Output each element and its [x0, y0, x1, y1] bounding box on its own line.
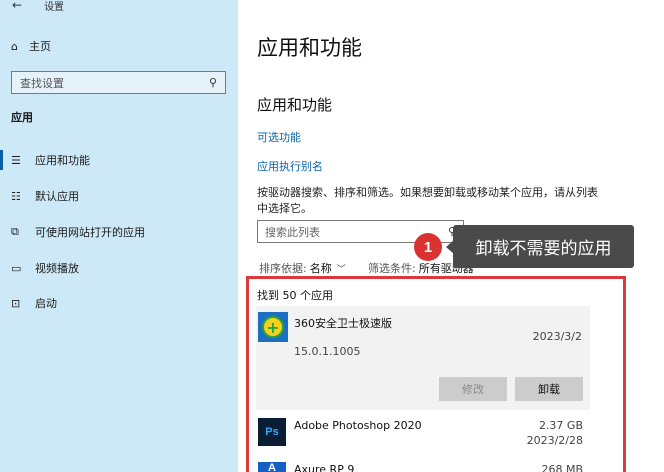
sidebar-section-title: 应用: [11, 111, 33, 124]
page-title: 应用和功能: [257, 36, 362, 60]
optional-features-link[interactable]: 可选功能: [257, 129, 301, 145]
default-apps-icon: ☷: [11, 189, 21, 203]
found-count: 找到 50 个应用: [257, 289, 333, 302]
app-date: 2023/3/2: [532, 330, 582, 343]
window-title: 设置: [44, 1, 65, 13]
home-icon: ⌂: [11, 39, 18, 53]
app-name: 360安全卫士极速版: [294, 317, 392, 330]
app-alias-link[interactable]: 应用执行别名: [257, 158, 323, 174]
modify-button[interactable]: 修改: [439, 377, 507, 401]
active-indicator: [0, 150, 3, 170]
sidebar-item-label: 默认应用: [35, 190, 79, 203]
360-security-app-icon: +: [258, 312, 288, 342]
app-list-item-expanded[interactable]: + 360安全卫士极速版 2023/3/2 15.0.1.1005 修改 卸载: [256, 306, 590, 410]
sidebar-item-web-apps[interactable]: ⧉ 可使用网站打开的应用: [0, 220, 238, 244]
description-text: 按驱动器搜索、排序和筛选。如果想要卸载或移动某个应用，请从列表中选择它。: [257, 186, 598, 215]
app-name: Axure RP 9: [294, 463, 355, 472]
app-version: 15.0.1.1005: [294, 345, 361, 358]
sidebar-item-label: 可使用网站打开的应用: [35, 226, 145, 239]
list-icon: ☰: [11, 153, 21, 167]
web-apps-icon: ⧉: [11, 225, 19, 238]
chevron-down-icon: ﹀: [336, 264, 346, 275]
app-size: 268 MB: [541, 463, 583, 472]
sort-dropdown[interactable]: 排序依据: 名称 ﹀: [259, 260, 346, 276]
step-number-badge: 1: [414, 233, 442, 261]
search-icon: ⚲: [208, 76, 217, 89]
app-size: 2.37 GB: [538, 419, 583, 432]
app-name: Adobe Photoshop 2020: [294, 419, 422, 432]
settings-search-placeholder: 查找设置: [20, 76, 64, 90]
section-title: 应用和功能: [257, 96, 333, 114]
sidebar-item-video-playback[interactable]: ▭ 视频播放: [0, 256, 238, 280]
photoshop-app-icon: Ps: [258, 418, 286, 446]
uninstall-button[interactable]: 卸载: [515, 377, 583, 401]
sidebar-item-label: 启动: [35, 297, 57, 310]
sort-value: 名称: [309, 262, 332, 275]
home-nav-item[interactable]: ⌂ 主页: [11, 38, 51, 54]
axure-app-icon: A: [258, 462, 286, 472]
settings-search-input[interactable]: 查找设置 ⚲: [11, 71, 226, 94]
sidebar-item-startup[interactable]: ⊡ 启动: [0, 291, 238, 315]
home-label: 主页: [29, 40, 51, 53]
startup-icon: ⊡: [11, 296, 21, 310]
app-date: 2023/2/28: [526, 434, 583, 447]
filter-label: 筛选条件:: [368, 262, 416, 275]
back-arrow-icon[interactable]: ←: [12, 0, 22, 12]
sidebar-item-default-apps[interactable]: ☷ 默认应用: [0, 184, 238, 208]
callout-label: 卸载不需要的应用: [453, 225, 634, 268]
sidebar-item-label: 应用和功能: [35, 154, 90, 167]
window-title-bar: ← 设置: [12, 0, 65, 13]
video-icon: ▭: [11, 261, 22, 275]
sidebar-item-label: 视频播放: [35, 262, 79, 275]
sort-label: 排序依据:: [259, 262, 307, 275]
sidebar: ← 设置 ⌂ 主页 查找设置 ⚲ 应用 ☰ 应用和功能 ☷ 默认应用 ⧉ 可使用…: [0, 0, 238, 472]
sidebar-item-apps-features[interactable]: ☰ 应用和功能: [0, 148, 238, 172]
